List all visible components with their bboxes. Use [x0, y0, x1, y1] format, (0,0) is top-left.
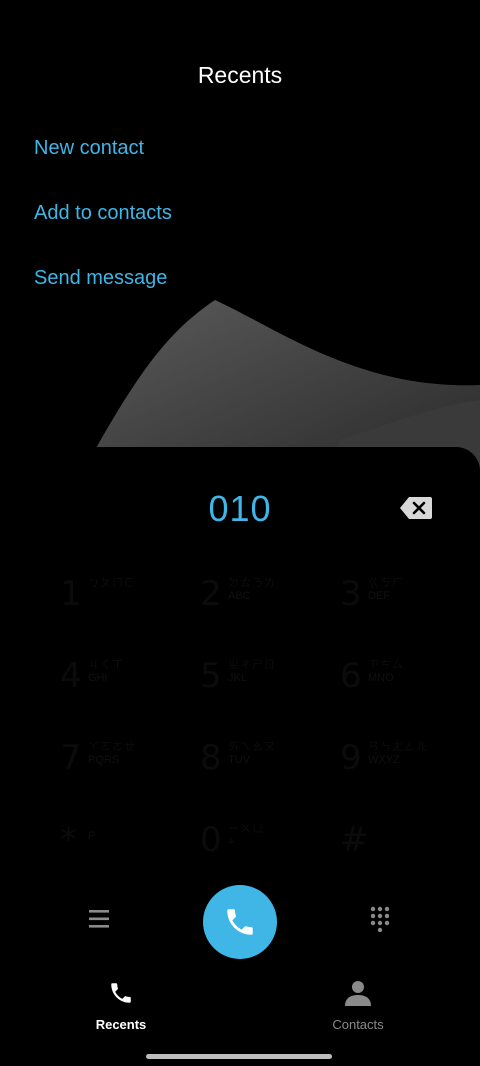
- key-zhuyin: ㄅㄆㄇㄈ: [88, 577, 136, 589]
- overflow-menu: New contact Add to contacts Send message: [34, 120, 454, 315]
- key-zhuyin: P: [88, 830, 97, 842]
- key-zhuyin: ㄗㄘㄙ: [368, 659, 404, 671]
- key-digit: 3: [340, 574, 362, 614]
- key-letters: WXYZ: [368, 754, 400, 766]
- key-letters: TUV: [228, 754, 250, 766]
- wallpaper-shape: [95, 300, 480, 470]
- key-9[interactable]: 9 ㄢㄣㄤㄥㄦ WXYZ: [340, 732, 460, 792]
- key-digit: 2: [200, 574, 222, 614]
- key-letters: GHI: [88, 672, 108, 684]
- key-7[interactable]: 7 ㄚㄛㄜㄝ PQRS: [60, 732, 180, 792]
- key-2[interactable]: 2 ㄉㄊㄋㄌ ABC: [200, 568, 320, 628]
- key-letters: ABC: [228, 590, 251, 602]
- key-0[interactable]: 0 ㄧㄨㄩ +: [200, 814, 320, 874]
- nav-contacts-label: Contacts: [332, 1017, 384, 1032]
- key-digit: 7: [60, 738, 82, 778]
- menu-icon[interactable]: [89, 909, 111, 929]
- key-6[interactable]: 6 ㄗㄘㄙ MNO: [340, 650, 460, 710]
- key-zhuyin: ㄐㄑㄒ: [88, 659, 124, 671]
- backspace-icon[interactable]: [399, 495, 433, 521]
- menu-item-add-to-contacts[interactable]: Add to contacts: [34, 185, 454, 250]
- key-5[interactable]: 5 ㄓㄔㄕㄖ JKL: [200, 650, 320, 710]
- key-zhuyin: ㄚㄛㄜㄝ: [88, 741, 136, 753]
- key-3[interactable]: 3 ㄍㄎㄏ DEF: [340, 568, 460, 628]
- key-digit: 9: [340, 738, 362, 778]
- nav-recents[interactable]: Recents: [61, 980, 181, 1032]
- key-digit: 8: [200, 738, 222, 778]
- home-indicator[interactable]: [146, 1054, 332, 1059]
- key-digit: 1: [60, 574, 82, 614]
- key-digit: 0: [200, 820, 222, 860]
- key-4[interactable]: 4 ㄐㄑㄒ GHI: [60, 650, 180, 710]
- key-zhuyin: ㄍㄎㄏ: [368, 577, 404, 589]
- menu-item-new-contact[interactable]: New contact: [34, 120, 454, 185]
- phone-icon: [111, 983, 131, 1003]
- key-letters: JKL: [228, 672, 247, 684]
- key-letters: MNO: [368, 672, 394, 684]
- key-letters: +: [228, 836, 235, 848]
- key-letters: PQRS: [88, 754, 120, 766]
- key-digit: 4: [60, 656, 82, 696]
- page-title: Recents: [197, 62, 283, 88]
- key-letters: DEF: [368, 590, 390, 602]
- phone-icon: [227, 909, 253, 935]
- call-button[interactable]: [203, 885, 277, 959]
- key-digit: *: [60, 820, 77, 860]
- key-hash[interactable]: #: [340, 814, 460, 874]
- key-zhuyin: ㄉㄊㄋㄌ: [228, 577, 276, 589]
- key-zhuyin: ㄓㄔㄕㄖ: [228, 659, 276, 671]
- key-star[interactable]: * P: [60, 814, 180, 874]
- nav-contacts[interactable]: Contacts: [298, 980, 418, 1032]
- person-icon: [345, 981, 371, 1006]
- dialpad-icon[interactable]: [370, 906, 390, 932]
- key-zhuyin: ㄧㄨㄩ: [228, 823, 264, 835]
- key-1[interactable]: 1 ㄅㄆㄇㄈ: [60, 568, 180, 628]
- key-8[interactable]: 8 ㄞㄟㄠㄡ TUV: [200, 732, 320, 792]
- key-zhuyin: ㄢㄣㄤㄥㄦ: [368, 741, 428, 753]
- key-zhuyin: ㄞㄟㄠㄡ: [228, 741, 276, 753]
- key-digit: 5: [200, 656, 222, 696]
- nav-recents-label: Recents: [95, 1017, 147, 1032]
- key-digit: 6: [340, 656, 362, 696]
- key-digit: #: [340, 820, 369, 860]
